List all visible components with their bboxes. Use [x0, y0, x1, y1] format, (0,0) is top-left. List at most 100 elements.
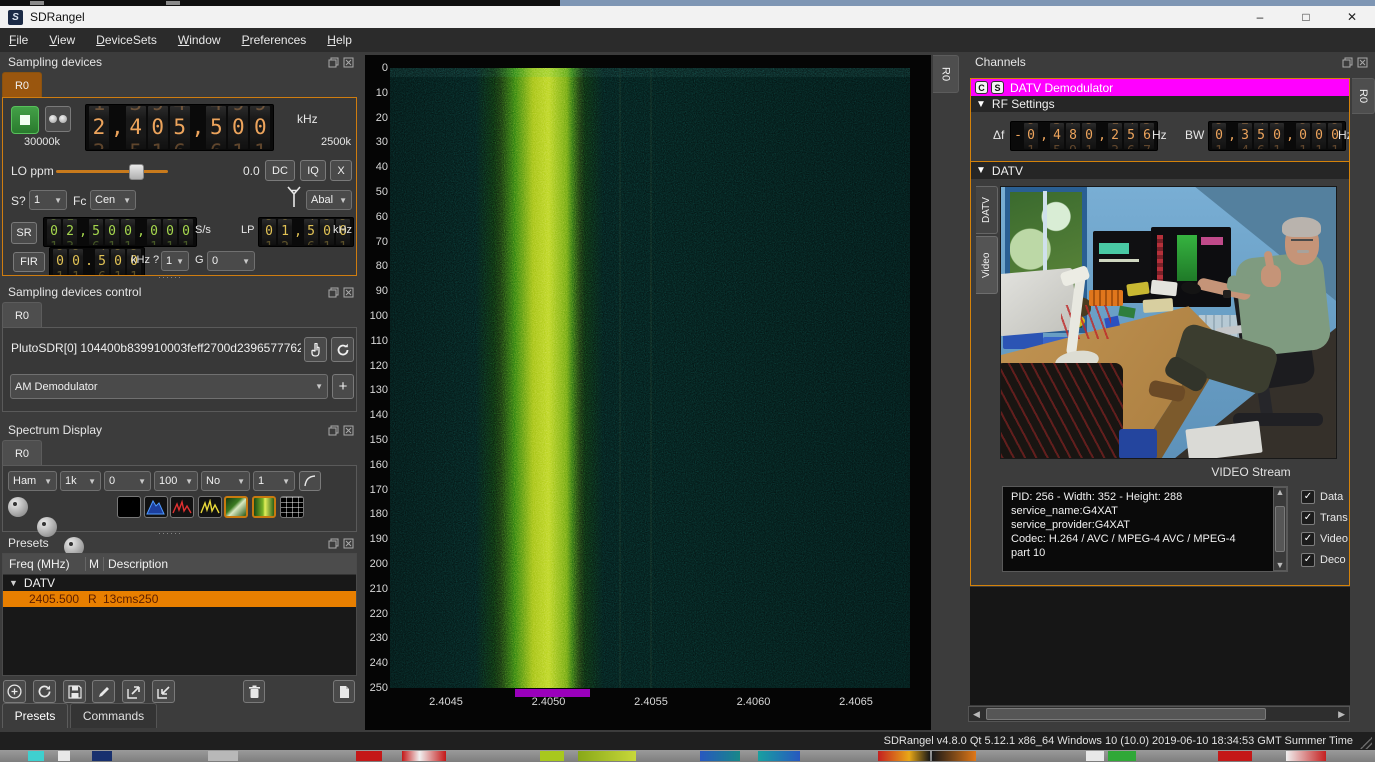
close-panel-icon[interactable]	[343, 57, 354, 68]
knob-dial[interactable]	[8, 497, 28, 517]
resize-grip[interactable]	[1360, 737, 1372, 749]
menu-item[interactable]: Preferences	[242, 33, 307, 47]
sr-button[interactable]: SR	[11, 222, 37, 244]
waterfall-display[interactable]	[390, 68, 910, 688]
fir-button[interactable]: FIR	[13, 252, 45, 272]
stream-checkbox[interactable]: Deco	[1301, 550, 1349, 570]
spectrum-red-button[interactable]	[170, 496, 194, 518]
import-preset-button[interactable]	[152, 680, 175, 703]
new-preset-button[interactable]	[3, 680, 26, 703]
sample-rate-dial[interactable]: 901123,456901901,901901901	[43, 217, 197, 247]
frequency-band-select[interactable]: Ham▼	[8, 471, 57, 491]
x-button[interactable]: X	[330, 160, 352, 181]
start-stop-button[interactable]	[11, 106, 39, 134]
menu-item[interactable]: Help	[327, 33, 352, 47]
blank-display-button[interactable]	[117, 496, 141, 518]
lo-ppm-slider-handle[interactable]	[129, 164, 144, 180]
close-button[interactable]: ✕	[1329, 6, 1375, 28]
close-panel-icon[interactable]	[343, 538, 354, 549]
lo-ppm-slider-track[interactable]	[56, 170, 168, 173]
range-select[interactable]: 100▼	[154, 471, 198, 491]
preset-group-row[interactable]: ▼ DATV	[3, 575, 356, 591]
antenna-select[interactable]: Abal▼	[306, 190, 352, 210]
channel-c-badge[interactable]: C	[975, 81, 988, 94]
averaging-select[interactable]: No▼	[201, 471, 250, 491]
scrollbar-thumb[interactable]	[1275, 506, 1285, 552]
center-frequency-dial[interactable]: 123,345901456,456901901	[85, 104, 274, 151]
delete-preset-button[interactable]	[243, 680, 265, 703]
device-select-button[interactable]	[304, 337, 327, 362]
preset-row-selected[interactable]: 2405.500 R 13cms250	[3, 591, 356, 607]
menu-item[interactable]: File	[9, 33, 28, 47]
stream-info-scrollbar[interactable]: ▲ ▼	[1273, 487, 1287, 571]
menu-item[interactable]: View	[49, 33, 75, 47]
grid-button[interactable]	[280, 496, 304, 518]
tab-sampling-r0[interactable]: R0	[2, 72, 42, 98]
tab-channels-r0[interactable]: R0	[1352, 78, 1375, 114]
fir-stages-select[interactable]: 1▼	[161, 251, 189, 271]
spectrum-blue-button[interactable]	[144, 496, 168, 518]
close-panel-icon[interactable]	[343, 425, 354, 436]
gain-select[interactable]: 0▼	[207, 251, 255, 271]
rf-settings-section-bar[interactable]: ▼ RF Settings	[971, 96, 1349, 112]
tab-presets[interactable]: Presets	[2, 703, 68, 728]
float-window-icon[interactable]	[1342, 57, 1353, 68]
close-panel-icon[interactable]	[343, 287, 354, 298]
save-preset-button[interactable]	[63, 680, 86, 703]
export-preset-button[interactable]	[122, 680, 145, 703]
menu-item[interactable]: DeviceSets	[96, 33, 157, 47]
edit-preset-button[interactable]	[92, 680, 115, 703]
iq-button[interactable]: IQ	[300, 160, 326, 181]
waterfall-spectrum-button[interactable]	[224, 496, 248, 518]
tree-expander-icon[interactable]: ▼	[3, 578, 18, 588]
spectrum-yellow-button[interactable]	[198, 496, 222, 518]
presets-file-button[interactable]	[333, 680, 355, 703]
scrollbar-thumb[interactable]	[986, 708, 1266, 720]
tab-commands[interactable]: Commands	[70, 703, 157, 728]
streams-select[interactable]: 1▼	[29, 190, 67, 210]
waterfall-only-button[interactable]	[252, 496, 276, 518]
tab-spectrum-window-r0[interactable]: R0	[933, 55, 959, 93]
update-preset-button[interactable]	[33, 680, 56, 703]
close-panel-icon[interactable]	[1357, 57, 1368, 68]
rf-bandwidth-dial[interactable]: 901,234456901,901901901	[1208, 121, 1346, 151]
datv-section-bar[interactable]: ▼ DATV	[971, 161, 1349, 179]
float-window-icon[interactable]	[328, 57, 339, 68]
scroll-right-icon[interactable]: ▶	[1338, 710, 1345, 719]
stream-checkbox[interactable]: Video	[1301, 529, 1349, 549]
knob-dial[interactable]	[37, 517, 57, 537]
fc-position-select[interactable]: Cen▼	[90, 190, 136, 210]
add-channel-button[interactable]: +	[332, 374, 354, 399]
float-window-icon[interactable]	[328, 287, 339, 298]
scroll-up-icon[interactable]: ▲	[1276, 488, 1285, 497]
column-header-mode[interactable]: M	[86, 557, 104, 571]
stream-checkbox[interactable]: Data	[1301, 487, 1349, 507]
stream-checkbox[interactable]: Trans	[1301, 508, 1349, 528]
resize-grip[interactable]: ······	[158, 275, 182, 279]
float-window-icon[interactable]	[328, 425, 339, 436]
decay-select[interactable]: 1▼	[253, 471, 295, 491]
scroll-down-icon[interactable]: ▼	[1276, 561, 1285, 570]
resize-grip[interactable]: ······	[158, 531, 182, 535]
tab-spectrum-r0[interactable]: R0	[2, 440, 42, 466]
maximize-button[interactable]: □	[1283, 6, 1329, 28]
column-header-description[interactable]: Description	[104, 557, 168, 571]
dc-button[interactable]: DC	[265, 160, 295, 181]
device-serial-text[interactable]: PlutoSDR[0] 104400b839910003feff2700d239…	[11, 341, 301, 355]
tab-video[interactable]: Video	[976, 236, 998, 294]
scroll-left-icon[interactable]: ◀	[973, 710, 980, 719]
column-header-freq[interactable]: Freq (MHz)	[3, 557, 86, 571]
float-window-icon[interactable]	[328, 538, 339, 549]
channel-add-select[interactable]: AM Demodulator▼	[10, 374, 328, 399]
record-button[interactable]	[45, 106, 71, 132]
channels-h-scrollbar[interactable]: ◀ ▶	[968, 706, 1350, 722]
ref-level-select[interactable]: 0▼	[104, 471, 151, 491]
menu-item[interactable]: Window	[178, 33, 221, 47]
tab-datv-settings[interactable]: DATV	[976, 186, 998, 234]
log-lin-button[interactable]	[299, 471, 321, 491]
minimize-button[interactable]: –	[1237, 6, 1283, 28]
channel-s-badge[interactable]: S	[991, 81, 1004, 94]
frequency-shift-dial[interactable]: -901,345789901,123456567	[1010, 121, 1158, 151]
fft-size-select[interactable]: 1k▼	[60, 471, 101, 491]
channel-header[interactable]: C S DATV Demodulator	[971, 79, 1349, 96]
